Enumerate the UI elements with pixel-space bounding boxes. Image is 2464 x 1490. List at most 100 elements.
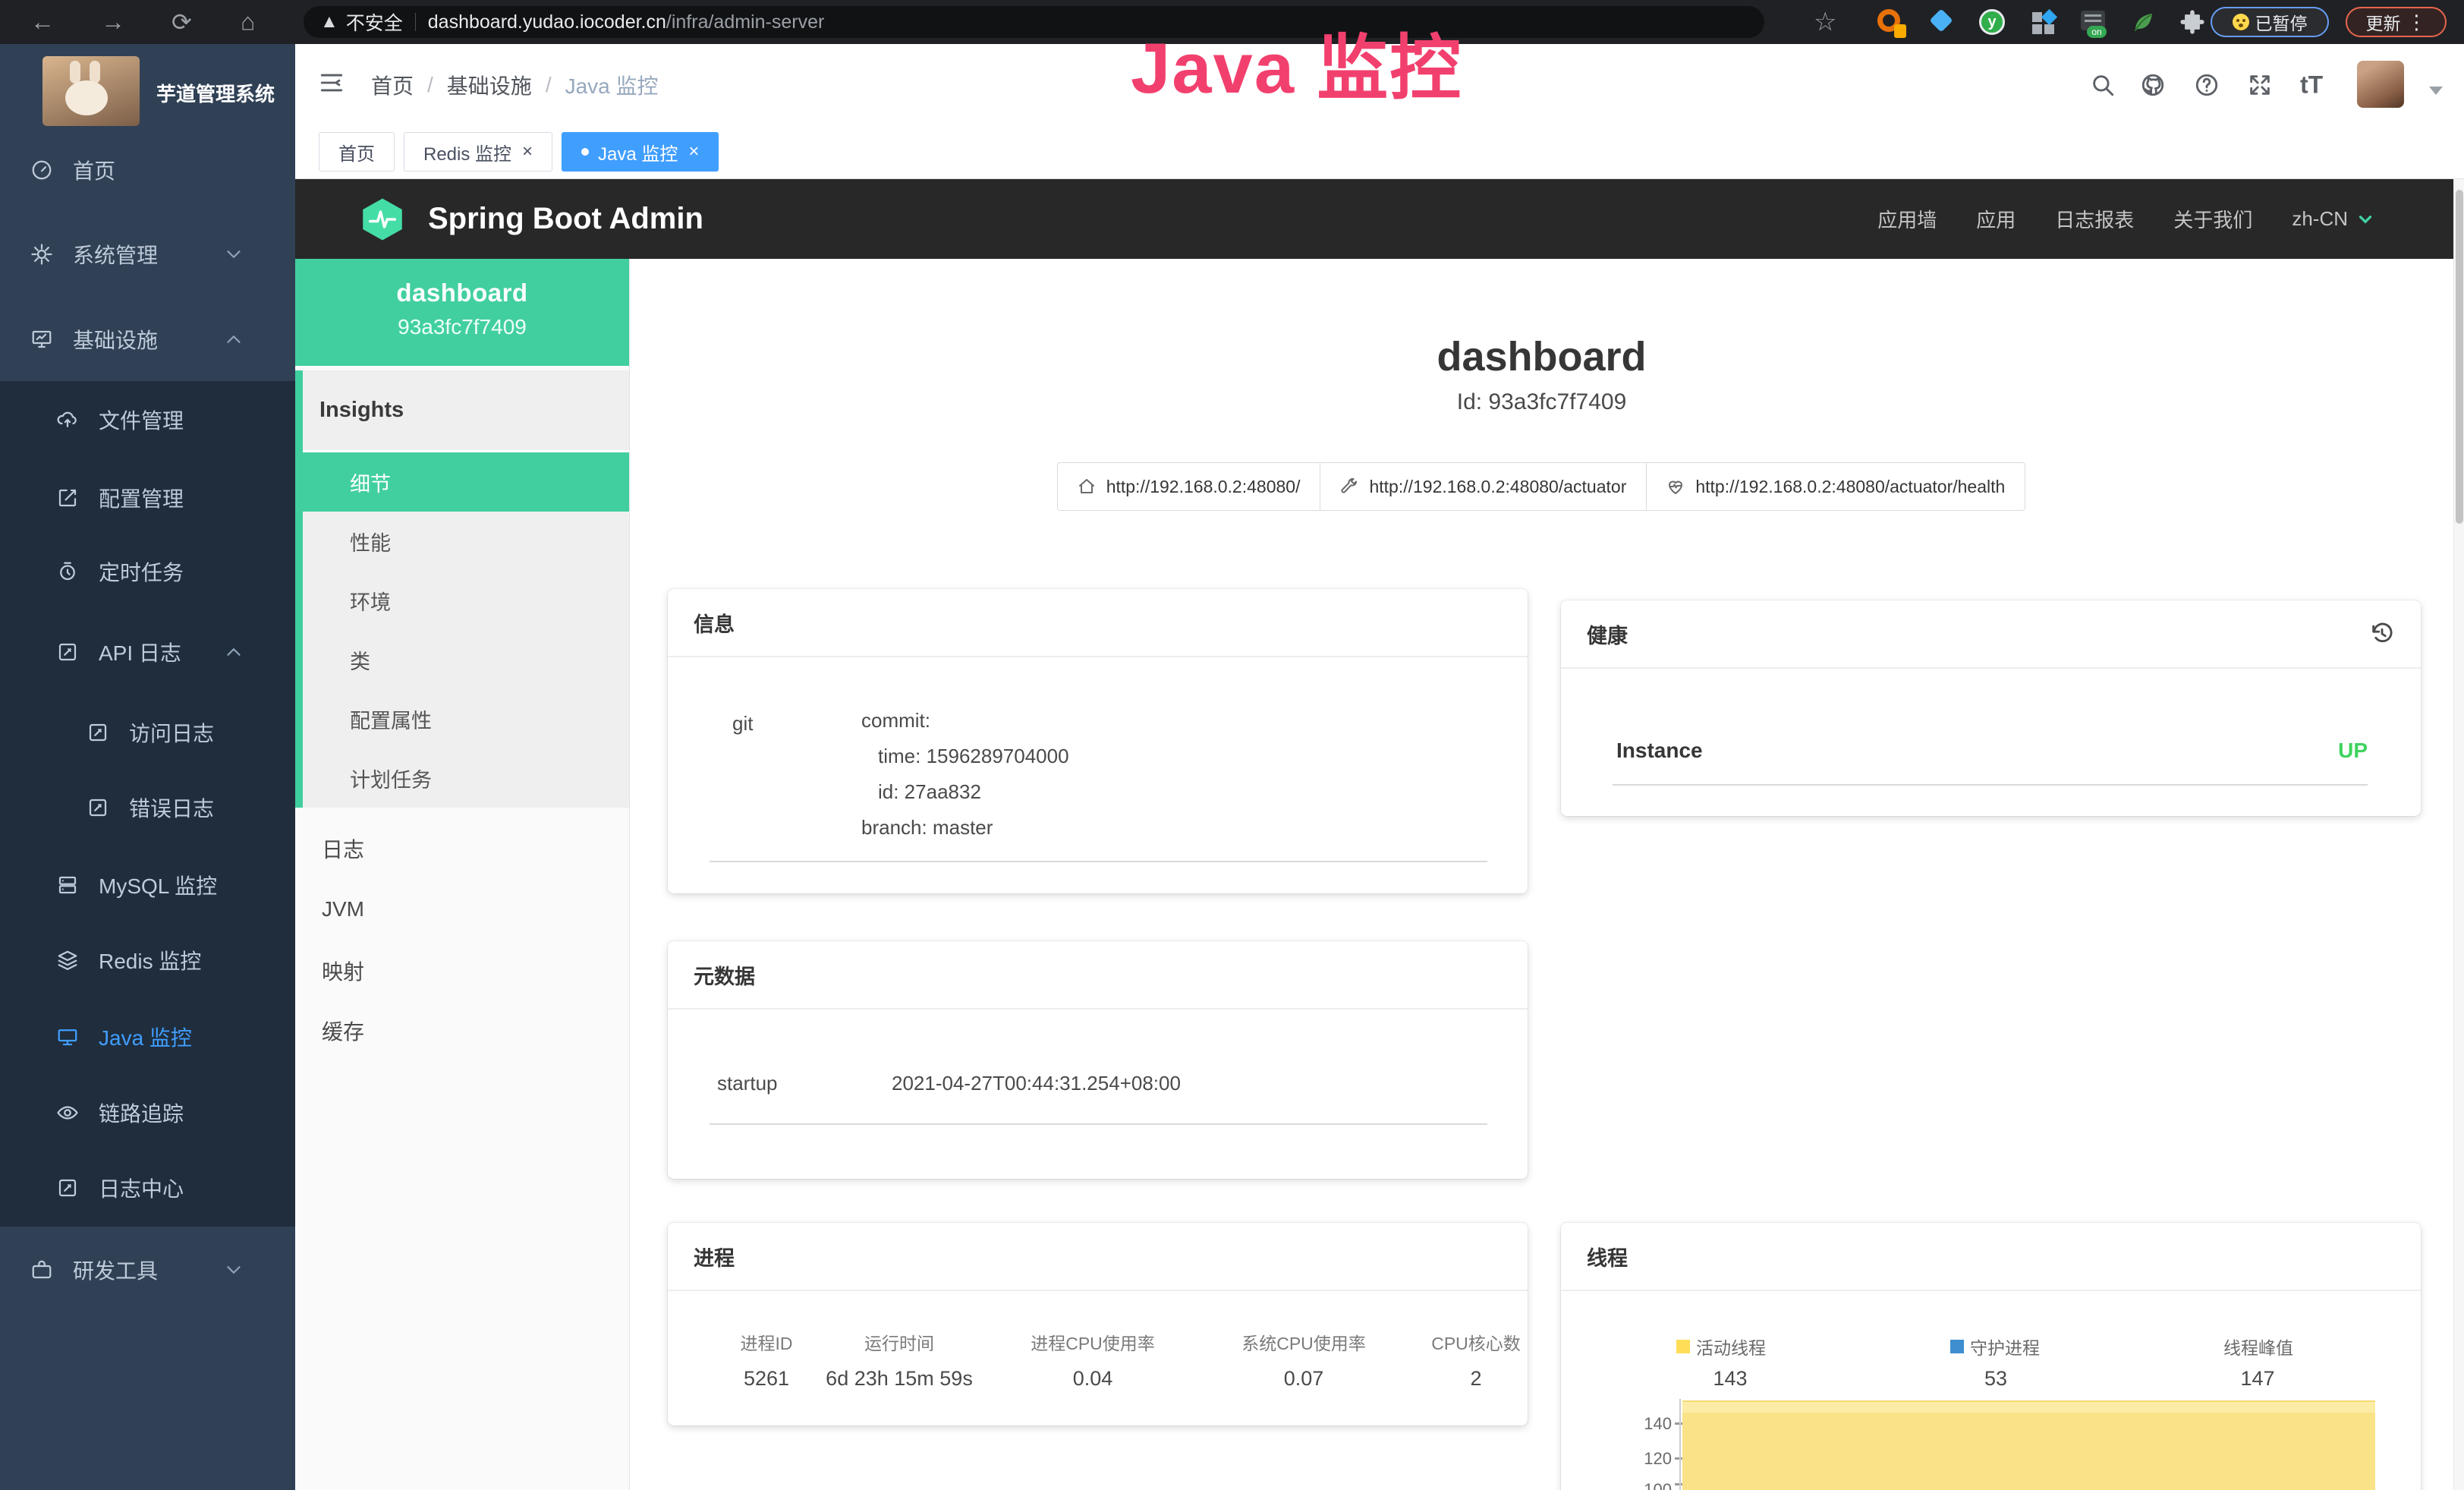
sidebar-item-redis[interactable]: Redis 监控 <box>0 922 295 998</box>
extension-icon-3[interactable]: y <box>1979 9 2005 35</box>
sba-brand[interactable]: Spring Boot Admin <box>428 202 703 236</box>
sidebar-item-jobs[interactable]: 定时任务 <box>0 534 295 610</box>
scrollbar[interactable] <box>2453 179 2464 1490</box>
chevron-down-icon <box>2355 209 2375 229</box>
sba-menu-env[interactable]: 环境 <box>303 571 629 630</box>
extension-icon-4[interactable] <box>2031 9 2056 35</box>
doc-edit-icon <box>87 721 109 744</box>
tab-home[interactable]: 首页 <box>319 132 395 172</box>
sidebar-item-java-monitor[interactable]: Java 监控 <box>0 999 295 1075</box>
security-label[interactable]: 不安全 <box>346 8 403 36</box>
yellow-legend-swatch <box>1676 1340 1690 1353</box>
search-icon[interactable] <box>2090 72 2116 98</box>
forward-icon[interactable]: → <box>101 8 125 36</box>
sidebar-item-infra[interactable]: 基础设施 <box>0 301 295 377</box>
hamburger-icon[interactable] <box>319 70 345 96</box>
address-bar[interactable]: ▲ 不安全 dashboard.yudao.iocoder.cn /infra/… <box>304 6 1764 38</box>
app-title: 芋道管理系统 <box>156 79 275 107</box>
help-icon[interactable] <box>2194 72 2220 98</box>
sba-menu-logs[interactable]: 日志 <box>295 818 629 879</box>
sba-nav-journal[interactable]: 日志报表 <box>2055 205 2134 233</box>
sba-nav-wallboard[interactable]: 应用墙 <box>1877 205 1937 233</box>
extension-icon-5[interactable]: on <box>2081 9 2107 35</box>
monitor-icon <box>30 328 53 351</box>
scrollbar-thumb[interactable] <box>2456 190 2463 524</box>
extension-icon-1[interactable] <box>1877 9 1903 35</box>
metadata-row-value: 2021-04-27T00:44:31.254+08:00 <box>892 1072 1181 1095</box>
y-axis <box>1679 1399 1681 1490</box>
home-icon <box>1078 477 1096 496</box>
sidebar-item-error-log[interactable]: 错误日志 <box>0 770 295 846</box>
sba-insights-group: Insights 细节 性能 环境 类 配置属性 计划任务 <box>295 370 629 808</box>
close-icon[interactable]: × <box>688 141 699 162</box>
sidebar-item-mysql[interactable]: MySQL 监控 <box>0 847 295 923</box>
metadata-row-label: startup <box>717 1072 778 1095</box>
update-button[interactable]: 更新 ⋮ <box>2346 7 2447 37</box>
url-host[interactable]: dashboard.yudao.iocoder.cn <box>428 11 666 33</box>
threads-area-chart <box>1682 1400 2375 1490</box>
sidebar-item-system[interactable]: 系统管理 <box>0 216 295 292</box>
sba-menu-mappings[interactable]: 映射 <box>295 940 629 1001</box>
paused-badge[interactable]: 已暂停 <box>2211 7 2329 37</box>
home-icon[interactable]: ⌂ <box>241 8 255 36</box>
sidebar-item-home[interactable]: 首页 <box>0 132 295 208</box>
sidebar-item-config[interactable]: 配置管理 <box>0 460 295 536</box>
reload-icon[interactable]: ⟳ <box>172 8 192 36</box>
card-process-title: 进程 <box>668 1223 1528 1291</box>
instance-name: dashboard <box>295 259 629 307</box>
sba-menu-details[interactable]: 细节 <box>295 452 629 512</box>
gear-icon <box>30 243 53 266</box>
link-home-url[interactable]: http://192.168.0.2:48080/ <box>1057 462 1321 511</box>
history-icon[interactable] <box>2369 621 2395 647</box>
link-actuator-url[interactable]: http://192.168.0.2:48080/actuator <box>1320 462 1647 511</box>
info-row-label: git <box>732 712 753 736</box>
sba-menu-caches[interactable]: 缓存 <box>295 1000 629 1061</box>
sba-menu-classes[interactable]: 类 <box>303 630 629 689</box>
process-header: CPU核心数 <box>1408 1329 1544 1355</box>
process-header: 运行时间 <box>804 1329 994 1355</box>
close-icon[interactable]: × <box>522 141 533 162</box>
gauge-icon <box>30 159 53 181</box>
tab-java[interactable]: Java 监控 × <box>562 132 719 172</box>
process-header: 系统CPU使用率 <box>1197 1329 1410 1355</box>
url-path[interactable]: /infra/admin-server <box>666 11 824 33</box>
sba-nav-about[interactable]: 关于我们 <box>2173 205 2252 233</box>
sidebar-item-access-log[interactable]: 访问日志 <box>0 695 295 770</box>
y-axis-label: 120 <box>1606 1449 1672 1469</box>
sba-instance-box[interactable]: dashboard 93a3fc7f7409 <box>295 259 629 366</box>
sba-nav-applications[interactable]: 应用 <box>1976 205 2016 233</box>
extension-icon-6[interactable] <box>2131 9 2157 35</box>
sidebar-item-devtools[interactable]: 研发工具 <box>0 1232 295 1308</box>
sba-menu-jvm[interactable]: JVM <box>295 879 629 940</box>
sba-menu-scheduled[interactable]: 计划任务 <box>303 748 629 808</box>
warning-icon: ▲ <box>320 11 338 33</box>
user-avatar[interactable] <box>2357 61 2404 108</box>
chevron-down-icon <box>222 243 245 266</box>
sidebar-item-api-log[interactable]: API 日志 <box>0 614 295 690</box>
github-icon[interactable] <box>2140 72 2166 98</box>
avatar-caret-icon[interactable] <box>2429 87 2443 95</box>
browser-menu-icon[interactable]: ⋮ <box>2407 11 2427 34</box>
breadcrumb-infra[interactable]: 基础设施 <box>447 70 532 100</box>
chevron-up-icon <box>222 641 245 663</box>
font-size-icon[interactable]: tT <box>2300 71 2323 99</box>
card-metadata: 元数据 startup 2021-04-27T00:44:31.254+08:0… <box>668 941 1528 1179</box>
edit-icon <box>56 487 79 509</box>
link-health-url[interactable]: http://192.168.0.2:48080/actuator/health <box>1646 462 2025 511</box>
sba-menu-configprops[interactable]: 配置属性 <box>303 689 629 748</box>
sidebar-item-log-center[interactable]: 日志中心 <box>0 1150 295 1226</box>
sba-language-select[interactable]: zh-CN <box>2292 207 2375 231</box>
emoji-face-icon <box>2233 14 2249 30</box>
bookmark-star-icon[interactable]: ☆ <box>1814 7 1836 37</box>
sidebar-item-files[interactable]: 文件管理 <box>0 382 295 458</box>
tab-redis[interactable]: Redis 监控 × <box>404 132 552 172</box>
extension-puzzle-icon[interactable] <box>2179 9 2205 35</box>
doc-edit-icon <box>56 1177 79 1199</box>
sba-menu-metrics[interactable]: 性能 <box>303 512 629 571</box>
row-divider <box>710 861 1487 862</box>
back-icon[interactable]: ← <box>30 8 55 36</box>
breadcrumb-home[interactable]: 首页 <box>371 70 414 100</box>
sidebar-item-tracing[interactable]: 链路追踪 <box>0 1075 295 1151</box>
extension-icon-2[interactable] <box>1930 9 1956 35</box>
fullscreen-icon[interactable] <box>2247 72 2273 98</box>
